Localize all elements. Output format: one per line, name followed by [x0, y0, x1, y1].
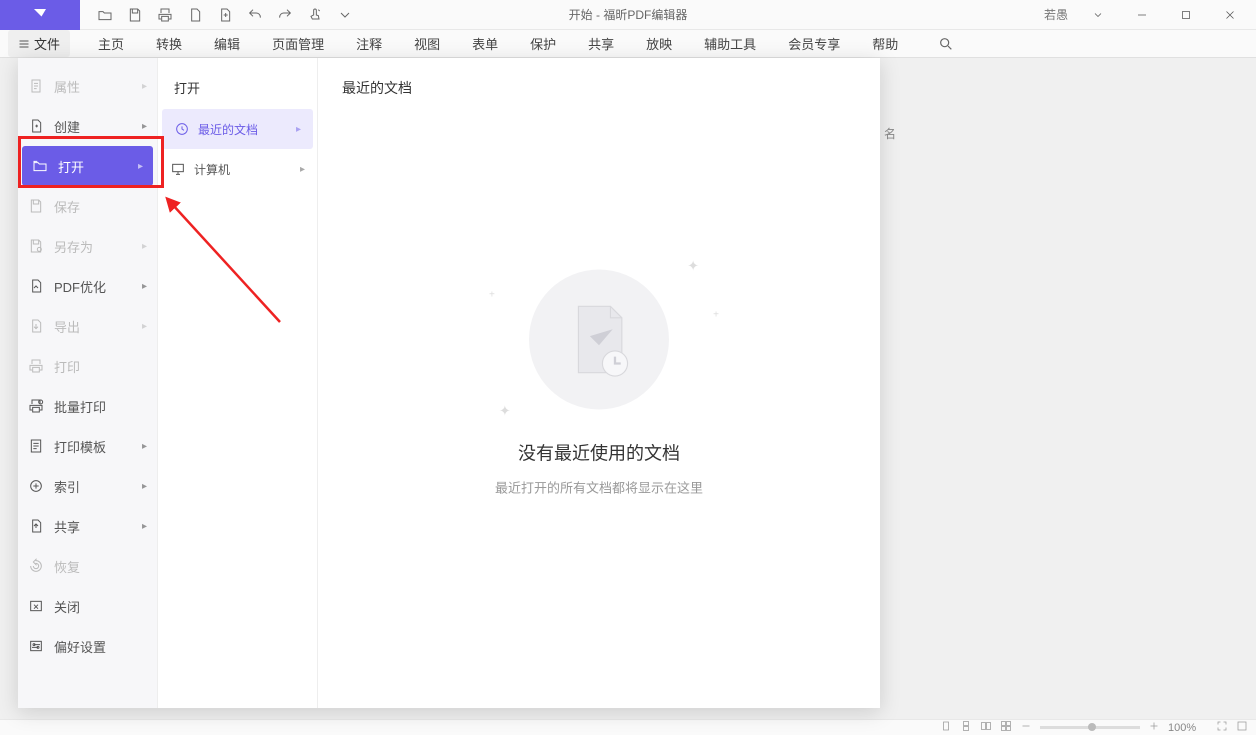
file-menu-export: 导出▸ — [18, 306, 157, 346]
empty-subtitle: 最近打开的所有文档都将显示在这里 — [495, 478, 703, 497]
chevron-right-icon: ▸ — [138, 161, 143, 172]
tab-help[interactable]: 帮助 — [856, 30, 914, 58]
file-sidebar: 属性▸创建▸打开▸保存另存为▸PDF优化▸导出▸打印批量打印打印模板▸索引▸共享… — [18, 58, 158, 708]
layout-single-icon[interactable] — [940, 720, 952, 735]
layout-cover-icon[interactable] — [1000, 720, 1012, 735]
file-menu-panel: 属性▸创建▸打开▸保存另存为▸PDF优化▸导出▸打印批量打印打印模板▸索引▸共享… — [18, 58, 880, 708]
chevron-right-icon: ▸ — [142, 441, 147, 452]
redo-icon[interactable] — [270, 0, 300, 30]
statusbar: 100% — [0, 719, 1256, 735]
file-menu-batch[interactable]: 批量打印 — [18, 386, 157, 426]
file-menu-doc: 属性▸ — [18, 66, 157, 106]
file-menu-restore: 恢复 — [18, 546, 157, 586]
file-sub-panel: 打开 最近的文档▸计算机▸ — [158, 58, 318, 708]
undo-icon[interactable] — [240, 0, 270, 30]
chevron-right-icon: ▸ — [300, 164, 305, 175]
open-icon[interactable] — [90, 0, 120, 30]
zoom-slider[interactable] — [1040, 726, 1140, 729]
empty-title: 没有最近使用的文档 — [495, 440, 703, 466]
file-menu-save: 保存 — [18, 186, 157, 226]
file-menu-open[interactable]: 打开▸ — [22, 146, 153, 186]
fullscreen-icon[interactable] — [1216, 720, 1228, 735]
tab-view[interactable]: 视图 — [398, 30, 456, 58]
zoom-value[interactable]: 100% — [1168, 722, 1208, 734]
tab-home[interactable]: 主页 — [82, 30, 140, 58]
maximize-button[interactable] — [1166, 0, 1206, 30]
file-menu-print: 打印 — [18, 346, 157, 386]
window-title: 开始 - 福昕PDF编辑器 — [569, 6, 688, 23]
chevron-right-icon: ▸ — [142, 481, 147, 492]
chevron-right-icon: ▸ — [296, 124, 301, 135]
user-name[interactable]: 若愚 — [1044, 6, 1068, 23]
empty-illustration: ✦+✦+ — [529, 270, 669, 410]
tab-tools[interactable]: 辅助工具 — [688, 30, 772, 58]
user-dropdown-icon[interactable] — [1078, 0, 1118, 30]
file-menu-new[interactable]: 创建▸ — [18, 106, 157, 146]
open-sub-computer[interactable]: 计算机▸ — [158, 149, 317, 189]
search-icon[interactable] — [922, 30, 970, 58]
read-mode-icon[interactable] — [1236, 720, 1248, 735]
titlebar: 开始 - 福昕PDF编辑器 若愚 — [0, 0, 1256, 30]
quick-access-toolbar — [90, 0, 360, 30]
content-title: 最近的文档 — [342, 78, 856, 98]
tab-vip[interactable]: 会员专享 — [772, 30, 856, 58]
ribbon-tabs: 文件 主页 转换 编辑 页面管理 注释 视图 表单 保护 共享 放映 辅助工具 … — [0, 30, 1256, 58]
tab-share[interactable]: 共享 — [572, 30, 630, 58]
file-menu-prefs[interactable]: 偏好设置 — [18, 626, 157, 666]
chevron-right-icon: ▸ — [142, 281, 147, 292]
chevron-right-icon: ▸ — [142, 321, 147, 332]
tab-convert[interactable]: 转换 — [140, 30, 198, 58]
tab-pages[interactable]: 页面管理 — [256, 30, 340, 58]
qat-dropdown-icon[interactable] — [330, 0, 360, 30]
file-menu-close[interactable]: 关闭 — [18, 586, 157, 626]
touch-icon[interactable] — [300, 0, 330, 30]
file-menu-optimize[interactable]: PDF优化▸ — [18, 266, 157, 306]
layout-facing-icon[interactable] — [980, 720, 992, 735]
tab-edit[interactable]: 编辑 — [198, 30, 256, 58]
chevron-right-icon: ▸ — [142, 241, 147, 252]
tab-annotate[interactable]: 注释 — [340, 30, 398, 58]
background-hint: 名 — [884, 118, 896, 140]
file-tab-label: 文件 — [34, 34, 60, 53]
tab-form[interactable]: 表单 — [456, 30, 514, 58]
minimize-button[interactable] — [1122, 0, 1162, 30]
new-page-icon[interactable] — [210, 0, 240, 30]
layout-continuous-icon[interactable] — [960, 720, 972, 735]
zoom-out-icon[interactable] — [1020, 720, 1032, 735]
app-logo — [0, 0, 80, 30]
file-menu-share[interactable]: 共享▸ — [18, 506, 157, 546]
zoom-in-icon[interactable] — [1148, 720, 1160, 735]
empty-state: ✦+✦+ 没有最近使用的文档 最近打开的所有文档都将显示在这里 — [495, 270, 703, 497]
close-button[interactable] — [1210, 0, 1250, 30]
open-sub-clock[interactable]: 最近的文档▸ — [162, 109, 313, 149]
tab-protect[interactable]: 保护 — [514, 30, 572, 58]
save-icon[interactable] — [120, 0, 150, 30]
chevron-right-icon: ▸ — [142, 81, 147, 92]
chevron-right-icon: ▸ — [142, 121, 147, 132]
file-tab[interactable]: 文件 — [8, 30, 70, 57]
file-menu-template[interactable]: 打印模板▸ — [18, 426, 157, 466]
tab-present[interactable]: 放映 — [630, 30, 688, 58]
sub-panel-title: 打开 — [158, 78, 317, 109]
file-content-panel: 最近的文档 ✦+✦+ 没有最近使用的文档 最近打开的所有文档都将显示在这里 — [318, 58, 880, 708]
file-menu-index[interactable]: 索引▸ — [18, 466, 157, 506]
print-icon[interactable] — [150, 0, 180, 30]
status-right: 100% — [940, 720, 1248, 735]
page-icon[interactable] — [180, 0, 210, 30]
chevron-right-icon: ▸ — [142, 521, 147, 532]
file-menu-saveas: 另存为▸ — [18, 226, 157, 266]
